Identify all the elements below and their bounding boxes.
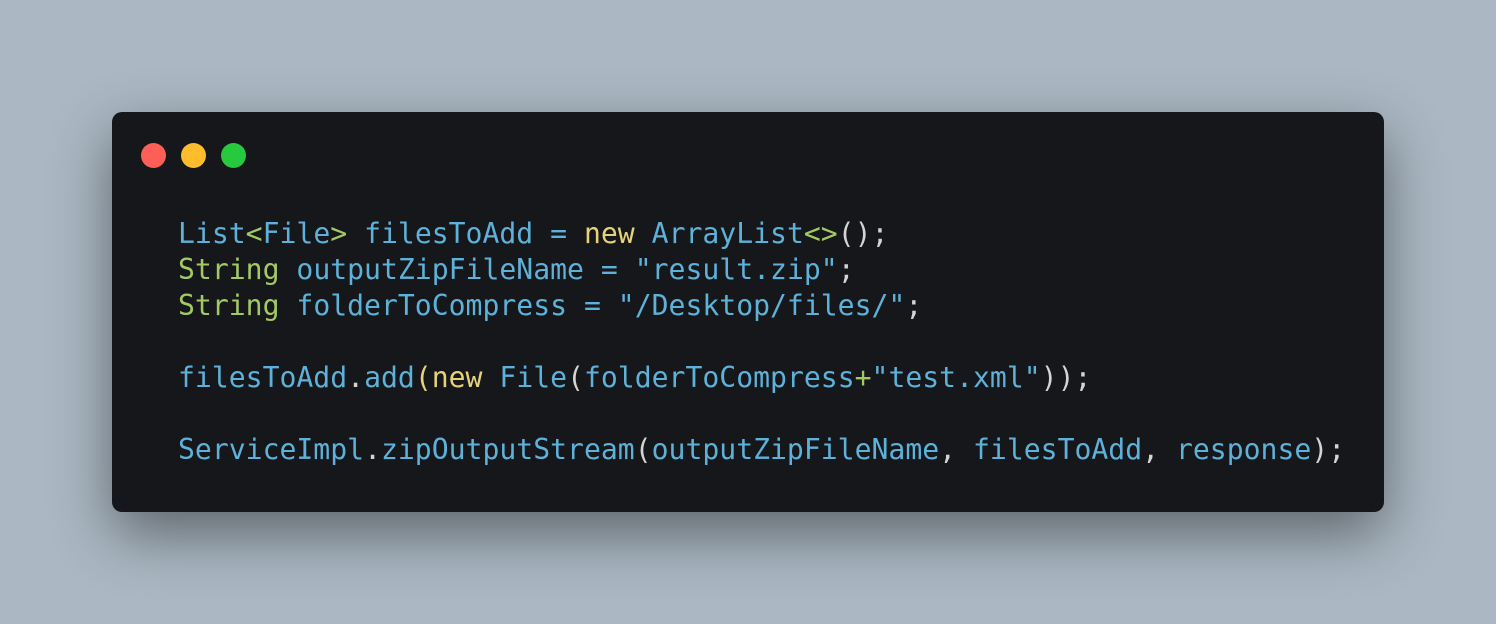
code-token-type: <> [803,217,838,250]
code-token-identifier: outputZipFileName [651,433,940,466]
code-line: ServiceImpl.zipOutputStream(outputZipFil… [178,432,1345,468]
code-token-identifier: filesToAdd [364,217,534,250]
code-token-punctuation: . [347,361,365,394]
code-line: filesToAdd.add(new File(folderToCompress… [178,360,1345,396]
code-block: List<File> filesToAdd = new ArrayList<>(… [178,216,1345,468]
maximize-dot[interactable] [221,143,246,168]
code-token-string: "test.xml" [871,361,1041,394]
code-token-identifier: File [262,217,331,250]
code-token-type: > [330,217,348,250]
code-token-punctuation: . [364,433,381,466]
code-token-punctuation: , [939,433,973,466]
code-token-type: + [854,361,872,394]
code-token-punctuation: (); [837,217,889,250]
code-token-punctuation [482,361,499,394]
code-token-punctuation: ); [1311,433,1346,466]
code-token-type: String [178,253,280,286]
code-token-identifier: List [178,217,246,250]
code-token-identifier: outputZipFileName [296,253,584,286]
code-token-punctuation: ; [905,289,923,322]
code-token-type: String [178,289,280,322]
code-line: String folderToCompress = "/Desktop/file… [178,288,1345,324]
code-token-punctuation [279,253,296,286]
code-token-punctuation [618,253,635,286]
minimize-dot[interactable] [181,143,206,168]
code-token-identifier: = [550,217,568,250]
code-token-identifier: filesToAdd [178,361,348,394]
code-token-identifier: folderToCompress [296,289,568,322]
code-token-punctuation [567,289,584,322]
code-token-keyword: ( [414,361,432,394]
code-token-identifier: filesToAdd [973,433,1143,466]
code-token-punctuation [279,289,296,322]
code-token-identifier: add [364,361,415,394]
code-line: List<File> filesToAdd = new ArrayList<>(… [178,216,1345,252]
code-token-punctuation [567,217,584,250]
code-token-identifier: = [600,253,618,286]
code-token-punctuation [635,217,652,250]
close-dot[interactable] [141,143,166,168]
code-token-keyword: new [431,361,483,394]
code-token-identifier: ServiceImpl [178,433,365,466]
code-token-punctuation [601,289,618,322]
code-token-identifier: ArrayList [651,217,804,250]
code-token-keyword: new [583,217,635,250]
code-token-punctuation: , [1142,433,1176,466]
code-token-identifier: = [583,289,601,322]
code-token-identifier: File [499,361,568,394]
code-token-type: < [245,217,263,250]
code-token-string: "result.zip" [634,253,838,286]
code-token-identifier: folderToCompress [583,361,855,394]
code-token-punctuation [584,253,601,286]
code-token-punctuation: ( [634,433,652,466]
code-token-punctuation [533,217,550,250]
code-token-identifier: response [1175,433,1312,466]
code-line: String outputZipFileName = "result.zip"; [178,252,1345,288]
code-token-punctuation: )); [1040,361,1092,394]
code-token-punctuation: ; [837,253,855,286]
code-window: List<File> filesToAdd = new ArrayList<>(… [112,112,1384,512]
window-controls [141,143,246,168]
code-token-identifier: zipOutputStream [380,433,635,466]
code-token-string: "/Desktop/files/" [617,289,906,322]
code-token-punctuation: ( [567,361,584,394]
code-token-punctuation [347,217,364,250]
